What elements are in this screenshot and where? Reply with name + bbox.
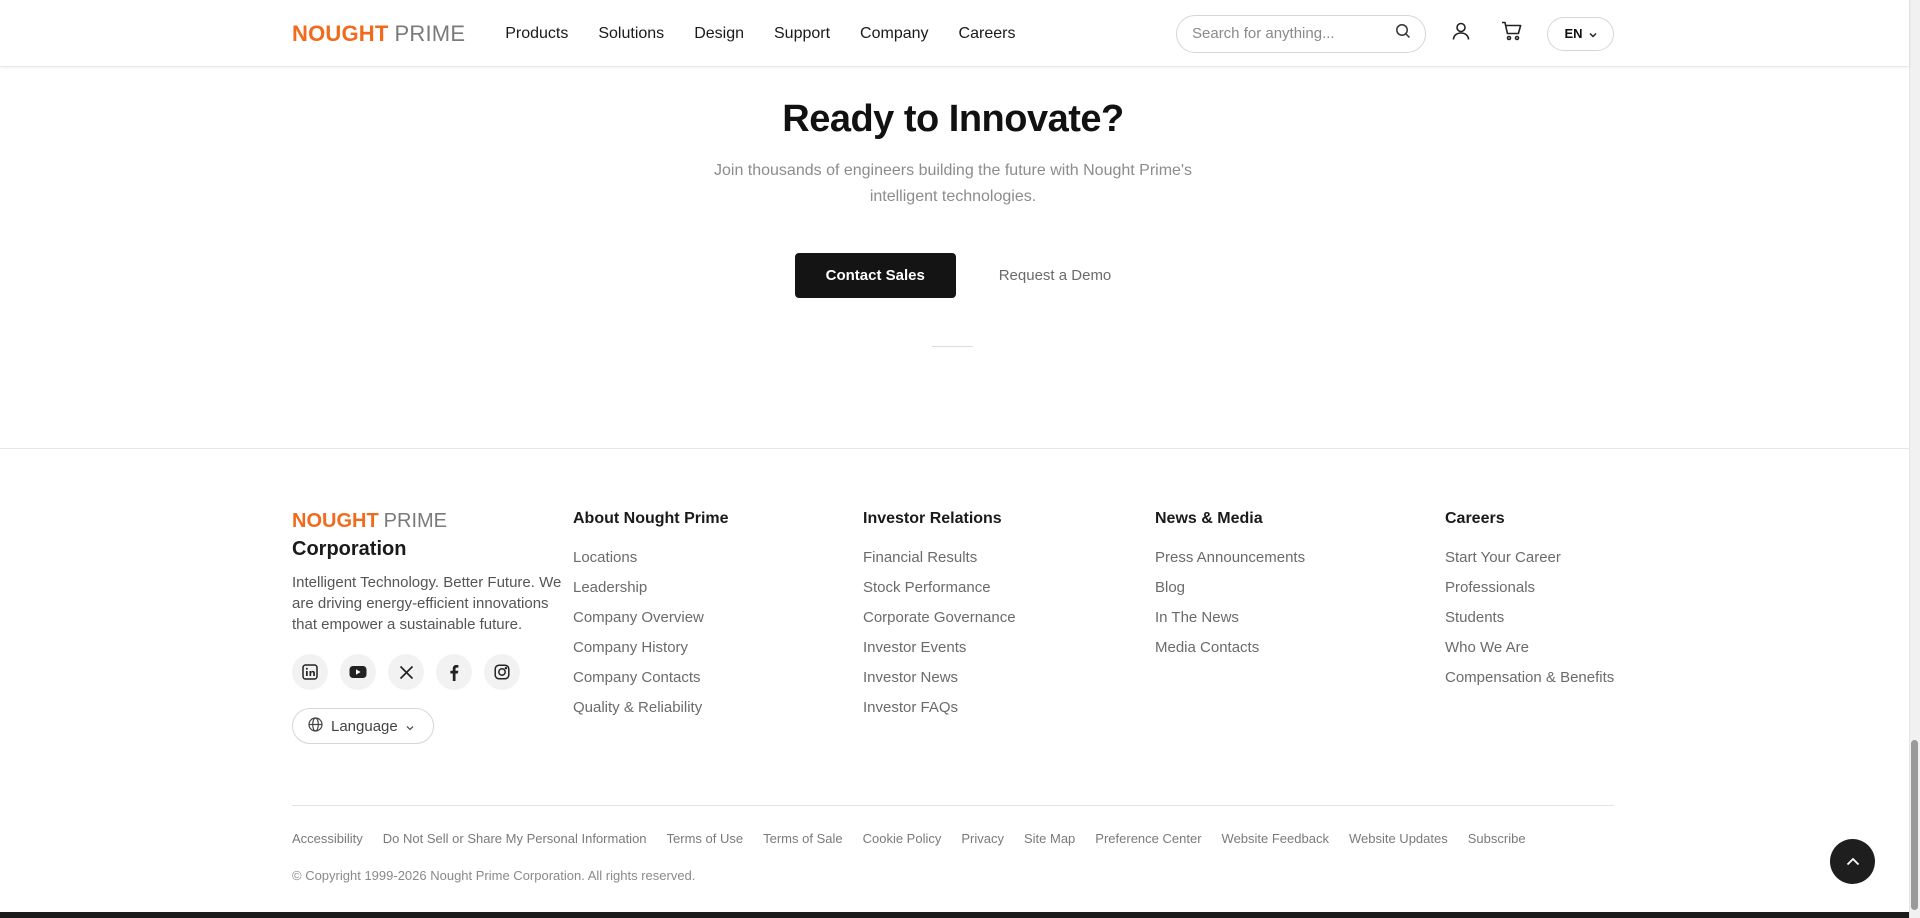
footer-column-about: About Nought Prime Locations Leadership … [573, 510, 729, 723]
cta-subtitle-line-1: Join thousands of engineers building the… [713, 162, 1192, 179]
cta-subtitle: Join thousands of engineers building the… [0, 158, 1906, 210]
site-logo[interactable]: NOUGHT PRIME [292, 21, 465, 47]
header-inner: NOUGHT PRIME Products Solutions Design S… [292, 0, 1614, 67]
main-nav: Products Solutions Design Support Compan… [505, 25, 1045, 43]
nav-design[interactable]: Design [694, 25, 744, 43]
contact-sales-button[interactable]: Contact Sales [794, 253, 956, 298]
user-icon [1451, 21, 1471, 46]
footer-column-title: News & Media [1155, 510, 1263, 527]
request-demo-link[interactable]: Request a Demo [999, 267, 1112, 284]
language-switcher[interactable]: EN [1547, 16, 1614, 51]
account-button[interactable] [1445, 18, 1477, 50]
footer-column-investor-relations: Investor Relations Financial Results Sto… [863, 510, 1016, 723]
footer-link-students[interactable]: Students [1445, 603, 1614, 633]
instagram-icon[interactable] [484, 654, 520, 690]
footer-link-financial-results[interactable]: Financial Results [863, 543, 1016, 573]
legal-link-preference-center[interactable]: Preference Center [1095, 831, 1201, 846]
footer-link-press-announcements[interactable]: Press Announcements [1155, 543, 1305, 573]
nav-company[interactable]: Company [860, 25, 928, 43]
cta-subtitle-line-2: intelligent technologies. [869, 188, 1037, 205]
cta-divider [932, 346, 973, 347]
chevron-down-icon [406, 718, 414, 735]
footer-link-corporate-governance[interactable]: Corporate Governance [863, 603, 1016, 633]
language-code: EN [1564, 26, 1583, 41]
back-to-top-button[interactable] [1830, 839, 1875, 884]
footer-logo-primary: NOUGHT [292, 510, 379, 532]
footer-logo-secondary: PRIME [383, 510, 448, 532]
footer-divider [292, 805, 1614, 806]
legal-link-site-map[interactable]: Site Map [1024, 831, 1075, 846]
logo-secondary-text: PRIME [394, 20, 466, 46]
search-box[interactable] [1176, 14, 1426, 53]
cart-button[interactable] [1496, 18, 1528, 50]
footer-link-company-history[interactable]: Company History [573, 633, 729, 663]
page-scrollbar[interactable] [1909, 0, 1920, 918]
footer-link-investor-events[interactable]: Investor Events [863, 633, 1016, 663]
header-actions: EN [1176, 14, 1614, 53]
footer-link-investor-faqs[interactable]: Investor FAQs [863, 693, 1016, 723]
nav-solutions[interactable]: Solutions [598, 25, 664, 43]
footer-language-label: Language [331, 717, 398, 735]
legal-link-cookie-policy[interactable]: Cookie Policy [863, 831, 942, 846]
search-icon[interactable] [1395, 23, 1411, 44]
legal-link-do-not-sell[interactable]: Do Not Sell or Share My Personal Informa… [383, 831, 647, 846]
chevron-up-icon [1846, 853, 1860, 871]
youtube-icon[interactable] [340, 654, 376, 690]
footer-language-select[interactable]: Language [292, 708, 434, 744]
site-header: NOUGHT PRIME Products Solutions Design S… [0, 0, 1909, 67]
footer-link-investor-news[interactable]: Investor News [863, 663, 1016, 693]
x-icon[interactable] [388, 654, 424, 690]
footer-link-stock-performance[interactable]: Stock Performance [863, 573, 1016, 603]
footer-link-quality-reliability[interactable]: Quality & Reliability [573, 693, 729, 723]
legal-link-terms-of-sale[interactable]: Terms of Sale [763, 831, 842, 846]
footer-link-blog[interactable]: Blog [1155, 573, 1305, 603]
footer-corporation: Corporation [292, 538, 407, 560]
nav-support[interactable]: Support [774, 25, 830, 43]
legal-link-website-feedback[interactable]: Website Feedback [1222, 831, 1329, 846]
chevron-down-icon [1583, 26, 1597, 41]
footer-link-who-we-are[interactable]: Who We Are [1445, 633, 1614, 663]
footer-top-border [0, 448, 1909, 449]
legal-links: Accessibility Do Not Sell or Share My Pe… [292, 831, 1546, 846]
legal-link-terms-of-use[interactable]: Terms of Use [667, 831, 744, 846]
search-input[interactable] [1192, 25, 1395, 42]
footer-link-media-contacts[interactable]: Media Contacts [1155, 633, 1305, 663]
footer-link-start-your-career[interactable]: Start Your Career [1445, 543, 1614, 573]
legal-link-website-updates[interactable]: Website Updates [1349, 831, 1448, 846]
footer-column-title: Careers [1445, 510, 1505, 527]
nav-products[interactable]: Products [505, 25, 568, 43]
nav-careers[interactable]: Careers [959, 25, 1016, 43]
copyright: © Copyright 1999-2026 Nought Prime Corpo… [292, 868, 696, 883]
cta-title: Ready to Innovate? [782, 98, 1124, 140]
footer-column-careers: Careers Start Your Career Professionals … [1445, 510, 1614, 693]
legal-link-subscribe[interactable]: Subscribe [1468, 831, 1526, 846]
social-links [292, 654, 564, 690]
logo-primary-text: NOUGHT [292, 20, 389, 46]
cta-buttons: Contact Sales Request a Demo [0, 253, 1906, 298]
footer-link-professionals[interactable]: Professionals [1445, 573, 1614, 603]
globe-icon [308, 716, 323, 736]
legal-link-privacy[interactable]: Privacy [961, 831, 1004, 846]
footer-link-in-the-news[interactable]: In The News [1155, 603, 1305, 633]
legal-link-accessibility[interactable]: Accessibility [292, 831, 363, 846]
footer-column-title: Investor Relations [863, 510, 1002, 527]
footer-brand: NOUGHT PRIME Corporation Intelligent Tec… [292, 510, 564, 744]
footer-link-company-overview[interactable]: Company Overview [573, 603, 729, 633]
linkedin-icon[interactable] [292, 654, 328, 690]
scrollbar-thumb[interactable] [1911, 740, 1918, 910]
footer-link-leadership[interactable]: Leadership [573, 573, 729, 603]
footer-column-news-media: News & Media Press Announcements Blog In… [1155, 510, 1305, 663]
footer-link-company-contacts[interactable]: Company Contacts [573, 663, 729, 693]
footer-logo[interactable]: NOUGHT PRIME [292, 510, 564, 533]
cart-icon [1501, 21, 1523, 46]
footer-link-locations[interactable]: Locations [573, 543, 729, 573]
footer-link-compensation-benefits[interactable]: Compensation & Benefits [1445, 663, 1614, 693]
facebook-icon[interactable] [436, 654, 472, 690]
footer-column-title: About Nought Prime [573, 510, 729, 527]
footer-tagline: Intelligent Technology. Better Future. W… [292, 574, 562, 633]
bottom-strip [0, 912, 1909, 918]
